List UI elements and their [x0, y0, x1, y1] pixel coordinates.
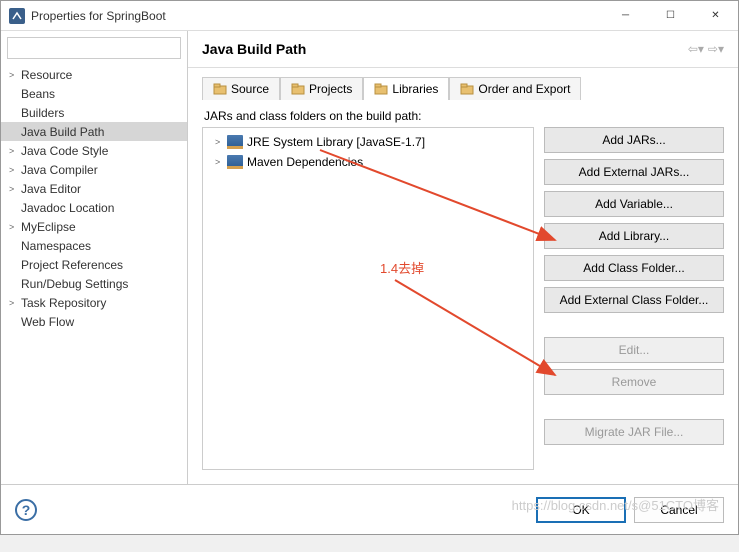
back-icon[interactable]: ⇦▾ — [688, 42, 704, 56]
chevron-right-icon: > — [9, 70, 21, 80]
library-icon — [227, 135, 243, 149]
tab-libraries[interactable]: Libraries — [363, 77, 449, 100]
sidebar-item-label: Resource — [21, 68, 72, 82]
nav-arrows: ⇦▾ ⇨▾ — [688, 42, 724, 56]
help-icon[interactable]: ? — [15, 499, 37, 521]
sidebar-item-label: MyEclipse — [21, 220, 76, 234]
add-external-class-folder-button[interactable]: Add External Class Folder... — [544, 287, 724, 313]
sidebar-item-java-code-style[interactable]: >Java Code Style — [1, 141, 187, 160]
chevron-right-icon: > — [9, 165, 21, 175]
projects-icon — [291, 83, 305, 95]
jar-item[interactable]: > Maven Dependencies — [207, 152, 529, 172]
tab-label: Libraries — [392, 82, 438, 96]
app-icon — [9, 8, 25, 24]
add-variable-button[interactable]: Add Variable... — [544, 191, 724, 217]
forward-icon[interactable]: ⇨▾ — [708, 42, 724, 56]
sidebar-item-label: Project References — [21, 258, 123, 272]
tab-source[interactable]: Source — [202, 77, 280, 100]
sidebar-item-label: Java Editor — [21, 182, 81, 196]
sidebar-item-task-repository[interactable]: >Task Repository — [1, 293, 187, 312]
order and export-icon — [460, 83, 474, 95]
jar-item[interactable]: > JRE System Library [JavaSE-1.7] — [207, 132, 529, 152]
jar-label: JRE System Library [JavaSE-1.7] — [247, 135, 425, 149]
minimize-button[interactable]: ─ — [603, 1, 648, 30]
tab-label: Order and Export — [478, 82, 570, 96]
sidebar-item-label: Task Repository — [21, 296, 106, 310]
sidebar-item-label: Web Flow — [21, 315, 74, 329]
add-library-button[interactable]: Add Library... — [544, 223, 724, 249]
migrate-jar-button[interactable]: Migrate JAR File... — [544, 419, 724, 445]
sidebar-item-label: Builders — [21, 106, 64, 120]
ok-button[interactable]: OK — [536, 497, 626, 523]
chevron-right-icon: > — [215, 157, 227, 167]
maximize-button[interactable]: ☐ — [648, 1, 693, 30]
chevron-right-icon: > — [9, 184, 21, 194]
sidebar: >ResourceBeansBuildersJava Build Path>Ja… — [1, 31, 188, 484]
cancel-button[interactable]: Cancel — [634, 497, 724, 523]
source-icon — [213, 83, 227, 95]
sidebar-item-java-editor[interactable]: >Java Editor — [1, 179, 187, 198]
sidebar-item-label: Run/Debug Settings — [21, 277, 128, 291]
sidebar-item-label: Java Code Style — [21, 144, 108, 158]
filter-input[interactable] — [7, 37, 181, 59]
sidebar-item-beans[interactable]: Beans — [1, 84, 187, 103]
jars-tree[interactable]: > JRE System Library [JavaSE-1.7] > Maven D… — [202, 127, 534, 470]
sidebar-item-resource[interactable]: >Resource — [1, 65, 187, 84]
tab-description: JARs and class folders on the build path… — [204, 109, 724, 123]
remove-button[interactable]: Remove — [544, 369, 724, 395]
sidebar-item-web-flow[interactable]: Web Flow — [1, 312, 187, 331]
jar-label: Maven Dependencies — [247, 155, 363, 169]
sidebar-item-builders[interactable]: Builders — [1, 103, 187, 122]
sidebar-item-label: Namespaces — [21, 239, 91, 253]
sidebar-item-run-debug-settings[interactable]: Run/Debug Settings — [1, 274, 187, 293]
add-class-folder-button[interactable]: Add Class Folder... — [544, 255, 724, 281]
close-button[interactable]: ✕ — [693, 1, 738, 30]
page-heading: Java Build Path — [202, 41, 306, 57]
add-external-jars-button[interactable]: Add External JARs... — [544, 159, 724, 185]
sidebar-item-javadoc-location[interactable]: Javadoc Location — [1, 198, 187, 217]
sidebar-item-myeclipse[interactable]: >MyEclipse — [1, 217, 187, 236]
sidebar-item-project-references[interactable]: Project References — [1, 255, 187, 274]
library-icon — [227, 155, 243, 169]
libraries-icon — [374, 83, 388, 95]
titlebar: Properties for SpringBoot ─ ☐ ✕ — [1, 1, 738, 31]
tab-order-and-export[interactable]: Order and Export — [449, 77, 581, 100]
chevron-right-icon: > — [9, 146, 21, 156]
sidebar-item-java-compiler[interactable]: >Java Compiler — [1, 160, 187, 179]
sidebar-item-java-build-path[interactable]: Java Build Path — [1, 122, 187, 141]
sidebar-item-label: Java Compiler — [21, 163, 98, 177]
sidebar-item-label: Javadoc Location — [21, 201, 114, 215]
sidebar-item-label: Java Build Path — [21, 125, 104, 139]
sidebar-item-label: Beans — [21, 87, 55, 101]
window-title: Properties for SpringBoot — [31, 9, 603, 23]
chevron-right-icon: > — [9, 222, 21, 232]
add-jars-button[interactable]: Add JARs... — [544, 127, 724, 153]
tab-label: Source — [231, 82, 269, 96]
chevron-right-icon: > — [215, 137, 227, 147]
chevron-right-icon: > — [9, 298, 21, 308]
edit-button[interactable]: Edit... — [544, 337, 724, 363]
sidebar-item-namespaces[interactable]: Namespaces — [1, 236, 187, 255]
tab-projects[interactable]: Projects — [280, 77, 363, 100]
tab-label: Projects — [309, 82, 352, 96]
